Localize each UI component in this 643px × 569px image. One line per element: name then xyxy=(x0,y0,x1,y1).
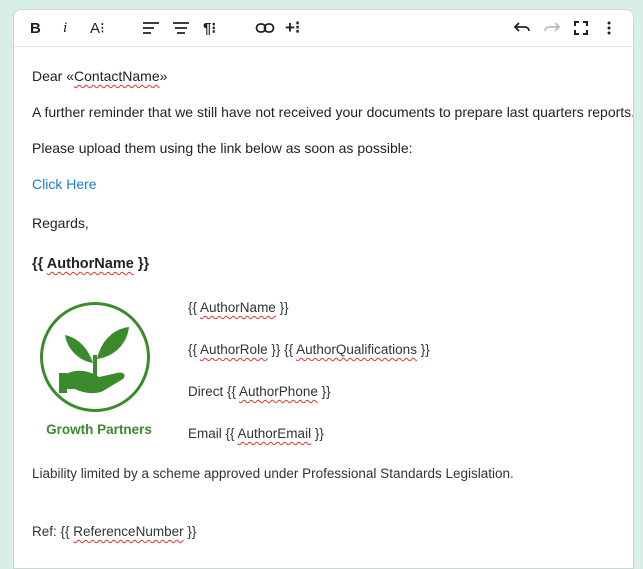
logo-company-name: Growth Partners xyxy=(46,422,152,437)
align-left-button[interactable] xyxy=(142,18,160,38)
link-icon xyxy=(255,23,275,33)
fullscreen-icon xyxy=(574,21,588,35)
author-email-tag: AuthorEmail xyxy=(237,426,312,441)
email-editor[interactable]: B i A⁝ ¶⁝ +⁝ Dear «ContactName» A furthe… xyxy=(13,9,634,569)
align-left-icon xyxy=(143,22,159,34)
undo-icon xyxy=(513,22,530,32)
signature-author-role: {{ AuthorRole }} {{ AuthorQualifications… xyxy=(188,342,430,357)
reference-line: Ref: {{ ReferenceNumber }} xyxy=(32,524,197,539)
signature-author-name: {{ AuthorName }} xyxy=(188,300,289,315)
author-name-tag: AuthorName xyxy=(46,256,134,272)
author-phone-tag: AuthorPhone xyxy=(239,384,318,399)
signature-author-phone: Direct {{ AuthorPhone }} xyxy=(188,384,331,399)
greeting: Dear «ContactName» xyxy=(32,68,168,84)
align-button[interactable] xyxy=(172,18,190,38)
email-body[interactable]: Dear «ContactName» A further reminder th… xyxy=(32,46,633,568)
hand-plant-icon xyxy=(59,327,129,394)
sig-author-name-tag: AuthorName xyxy=(200,300,276,315)
author-name-heading: {{ AuthorName }} xyxy=(32,256,150,272)
more-icon xyxy=(607,21,611,35)
logo-circle xyxy=(40,302,150,412)
regards-text: Regards, xyxy=(32,215,89,231)
body-line-upload: Please upload them using the link below … xyxy=(32,140,413,156)
upload-link[interactable]: Click Here xyxy=(32,176,97,192)
redo-button[interactable] xyxy=(543,18,561,38)
font-size-button[interactable]: A⁝ xyxy=(90,18,105,38)
editor-toolbar: B i A⁝ ¶⁝ +⁝ xyxy=(14,10,633,47)
align-center-icon xyxy=(173,22,189,34)
redo-icon xyxy=(544,22,561,32)
more-options-button[interactable] xyxy=(607,18,611,38)
paragraph-button[interactable]: ¶⁝ xyxy=(203,18,216,38)
signature-author-email: Email {{ AuthorEmail }} xyxy=(188,426,324,441)
italic-button[interactable]: i xyxy=(63,18,67,38)
author-qualifications-tag: AuthorQualifications xyxy=(296,342,417,357)
fullscreen-button[interactable] xyxy=(574,18,588,38)
author-role-tag: AuthorRole xyxy=(200,342,268,357)
insert-link-button[interactable] xyxy=(255,18,275,38)
undo-button[interactable] xyxy=(513,18,531,38)
liability-notice: Liability limited by a scheme approved u… xyxy=(32,466,514,481)
growth-partners-logo: Growth Partners xyxy=(35,302,165,452)
insert-button[interactable]: +⁝ xyxy=(285,18,300,38)
bold-button[interactable]: B xyxy=(30,18,41,38)
body-line-reminder: A further reminder that we still have no… xyxy=(32,104,634,120)
reference-number-tag: ReferenceNumber xyxy=(73,524,184,539)
contact-name-tag: ContactName xyxy=(74,68,160,84)
